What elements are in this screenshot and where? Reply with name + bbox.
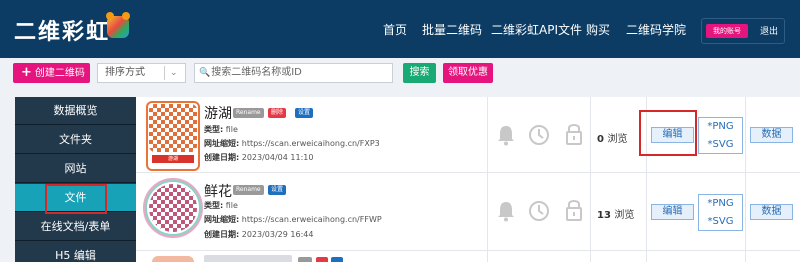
create-qr-button[interactable]: + 创建二维码 bbox=[13, 63, 90, 83]
qr-type: 类型: file bbox=[204, 124, 238, 135]
create-qr-label: 创建二维码 bbox=[34, 68, 85, 79]
qr-title[interactable]: 游湖 bbox=[204, 103, 232, 123]
qr-title[interactable]: 鲜花 bbox=[204, 181, 232, 201]
column-divider bbox=[487, 97, 488, 262]
select-divider bbox=[164, 66, 165, 80]
edit-button[interactable]: 编辑 bbox=[651, 204, 694, 220]
qr-short-url: 网址缩短: https://scan.erweicaihong.cn/FXP3 bbox=[204, 138, 380, 149]
view-count: 13 浏览 bbox=[597, 206, 634, 221]
nav-buy[interactable]: 购买 bbox=[586, 21, 610, 38]
logo-text[interactable]: 二维彩虹 bbox=[14, 14, 110, 46]
chevron-down-icon: ⌄ bbox=[170, 68, 178, 78]
bell-icon[interactable] bbox=[496, 124, 516, 146]
type-label: 类型: bbox=[204, 201, 224, 210]
short-url-value[interactable]: https://scan.erweicaihong.cn/FFWP bbox=[242, 215, 382, 224]
nav-home[interactable]: 首页 bbox=[383, 21, 407, 38]
lock-icon[interactable] bbox=[565, 122, 583, 146]
created-value: 2023/04/04 11:10 bbox=[241, 153, 314, 162]
view-count-value: 0 bbox=[597, 134, 604, 145]
view-count-suffix: 浏览 bbox=[614, 210, 635, 221]
qr-created-date: 创建日期: 2023/04/04 11:10 bbox=[204, 152, 313, 163]
sort-select-label: 排序方式 bbox=[105, 67, 145, 78]
qr-type: 类型: file bbox=[204, 200, 238, 211]
qr-thumbnail[interactable] bbox=[143, 178, 203, 248]
settings-button[interactable]: 设置 bbox=[295, 108, 314, 118]
sidebar-item-website[interactable]: 网站 bbox=[15, 155, 136, 183]
download-svg-link[interactable]: *SVG bbox=[699, 213, 742, 231]
sort-select[interactable]: 排序方式 ⌄ bbox=[97, 63, 186, 83]
download-formats: *PNG *SVG bbox=[698, 117, 743, 154]
data-button[interactable]: 数据 bbox=[750, 204, 793, 220]
plus-icon: + bbox=[21, 65, 32, 80]
type-value: file bbox=[225, 201, 238, 210]
settings-button[interactable]: 设置 bbox=[268, 185, 287, 195]
nav-api-docs[interactable]: 二维彩虹API文件 bbox=[491, 21, 582, 38]
sidebar-item-h5-editor[interactable]: H5 编辑 bbox=[15, 242, 136, 262]
sidebar-item-online-doc[interactable]: 在线文档/表单 bbox=[15, 213, 136, 241]
highlight-box-edit bbox=[639, 110, 697, 156]
qr-short-url: 网址缩短: https://scan.erweicaihong.cn/FFWP bbox=[204, 214, 382, 225]
row-divider bbox=[136, 172, 800, 173]
column-divider bbox=[590, 97, 591, 262]
search-icon: 🔍 bbox=[199, 68, 211, 78]
created-label: 创建日期: bbox=[204, 230, 240, 239]
row-divider bbox=[136, 250, 800, 251]
nav-batch-qr[interactable]: 批量二维码 bbox=[422, 21, 482, 38]
column-divider bbox=[745, 97, 746, 262]
rename-button[interactable] bbox=[298, 257, 312, 262]
sidebar: 数据概览 文件夹 网站 文件 在线文档/表单 H5 编辑 bbox=[15, 97, 136, 262]
data-button[interactable]: 数据 bbox=[750, 127, 793, 143]
qr-thumbnail[interactable]: 游湖 bbox=[146, 101, 200, 171]
qr-code-image bbox=[149, 184, 197, 232]
qr-code-image bbox=[149, 104, 197, 152]
search-button[interactable]: 搜索 bbox=[403, 63, 436, 83]
type-value: file bbox=[225, 125, 238, 134]
sidebar-item-folder[interactable]: 文件夹 bbox=[15, 126, 136, 154]
download-png-link[interactable]: *PNG bbox=[699, 118, 742, 136]
delete-button[interactable] bbox=[316, 257, 328, 262]
created-label: 创建日期: bbox=[204, 153, 240, 162]
download-formats: *PNG *SVG bbox=[698, 194, 743, 231]
delete-button[interactable]: 删除 bbox=[268, 108, 287, 118]
view-count-suffix: 浏览 bbox=[607, 134, 628, 145]
my-account-button[interactable]: 我的账号 bbox=[706, 24, 748, 38]
top-header: 二维彩虹 首页 批量二维码 二维彩虹API文件 购买 二维码学院 我的账号 退出 bbox=[0, 0, 800, 58]
logout-link[interactable]: 退出 bbox=[760, 24, 778, 37]
view-count-value: 13 bbox=[597, 210, 611, 221]
rainbow-bear-logo-icon[interactable] bbox=[106, 12, 130, 38]
download-png-link[interactable]: *PNG bbox=[699, 195, 742, 213]
bell-icon[interactable] bbox=[496, 200, 516, 222]
qr-created-date: 创建日期: 2023/03/29 16:44 bbox=[204, 229, 313, 240]
qr-title[interactable] bbox=[204, 255, 292, 262]
search-placeholder: 搜索二维码名称或ID bbox=[211, 67, 302, 78]
sidebar-item-overview[interactable]: 数据概览 bbox=[15, 97, 136, 125]
created-value: 2023/03/29 16:44 bbox=[241, 230, 314, 239]
qr-thumbnail[interactable] bbox=[152, 256, 194, 262]
type-label: 类型: bbox=[204, 125, 224, 134]
clock-icon[interactable] bbox=[528, 124, 550, 146]
rename-button[interactable]: Rename bbox=[233, 108, 264, 118]
highlight-box-file bbox=[45, 184, 107, 214]
short-url-label: 网址缩短: bbox=[204, 139, 240, 148]
download-svg-link[interactable]: *SVG bbox=[699, 136, 742, 154]
view-count: 0 浏览 bbox=[597, 130, 627, 145]
rename-button[interactable]: Rename bbox=[233, 185, 264, 195]
clock-icon[interactable] bbox=[528, 200, 550, 222]
short-url-label: 网址缩短: bbox=[204, 215, 240, 224]
settings-button[interactable] bbox=[331, 257, 343, 262]
search-input[interactable]: 🔍搜索二维码名称或ID bbox=[194, 63, 393, 83]
nav-academy[interactable]: 二维码学院 bbox=[626, 21, 686, 38]
coupon-button[interactable]: 领取优惠 bbox=[443, 63, 493, 83]
lock-icon[interactable] bbox=[565, 198, 583, 222]
short-url-value[interactable]: https://scan.erweicaihong.cn/FXP3 bbox=[242, 139, 380, 148]
qr-caption: 游湖 bbox=[152, 155, 194, 163]
